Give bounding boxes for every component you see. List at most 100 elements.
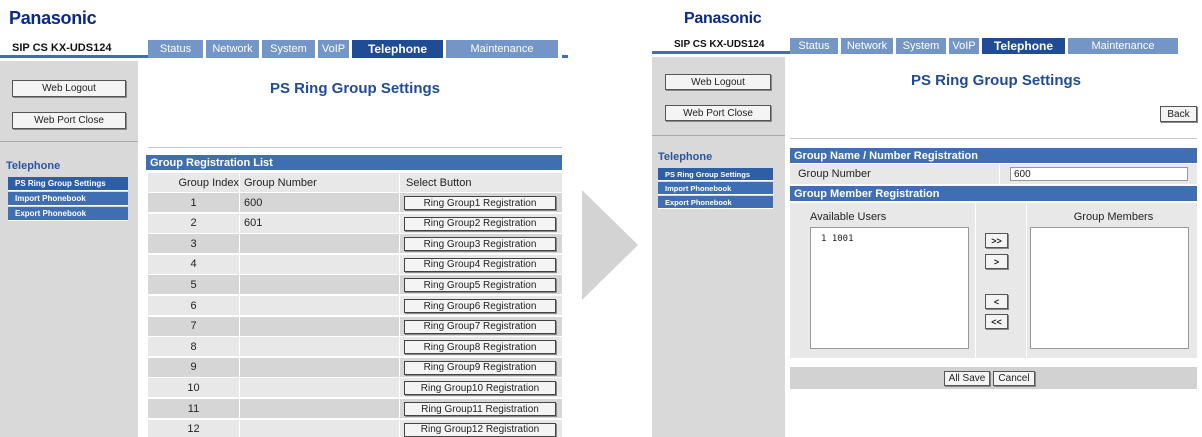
sidebar-divider bbox=[652, 135, 785, 136]
group-number-cell bbox=[240, 296, 400, 315]
sidebar-divider bbox=[0, 141, 138, 142]
sidebar-item-export-phonebook[interactable]: Export Phonebook bbox=[658, 196, 773, 209]
ring-group-registration-button[interactable]: Ring Group5 Registration bbox=[404, 278, 556, 293]
table-row: 10 Ring Group10 Registration bbox=[148, 378, 562, 399]
group-number-cell bbox=[240, 275, 400, 295]
right-screen: Panasonic SIP CS KX-UDS124 Status Networ… bbox=[652, 0, 1202, 437]
group-index-cell: 2 bbox=[148, 213, 240, 233]
sidebar: Web Logout Web Port Close Telephone PS R… bbox=[0, 61, 138, 437]
table-row: 2 601 Ring Group2 Registration bbox=[148, 213, 562, 234]
group-number-input[interactable]: 600 bbox=[1010, 167, 1188, 181]
group-index-cell: 3 bbox=[148, 234, 240, 254]
ring-group-registration-button[interactable]: Ring Group4 Registration bbox=[404, 257, 556, 272]
tab-system[interactable]: System bbox=[262, 40, 318, 58]
ring-group-registration-button[interactable]: Ring Group9 Registration bbox=[404, 360, 556, 375]
ring-group-registration-button[interactable]: Ring Group2 Registration bbox=[404, 216, 556, 231]
web-logout-button[interactable]: Web Logout bbox=[665, 74, 771, 90]
list-item[interactable]: 1 1001 bbox=[821, 234, 968, 244]
ring-group-registration-button[interactable]: Ring Group11 Registration bbox=[404, 402, 556, 416]
ring-group-registration-button[interactable]: Ring Group10 Registration bbox=[404, 381, 556, 396]
group-number-cell bbox=[240, 234, 400, 254]
column-divider bbox=[975, 203, 976, 358]
group-number-cell bbox=[240, 399, 400, 418]
group-number-cell bbox=[240, 357, 400, 377]
group-number-label: Group Number bbox=[790, 164, 1000, 184]
tab-maintenance[interactable]: Maintenance bbox=[446, 40, 558, 58]
cancel-button[interactable]: Cancel bbox=[993, 371, 1035, 386]
back-button[interactable]: Back bbox=[1160, 106, 1197, 122]
web-port-close-button[interactable]: Web Port Close bbox=[665, 105, 771, 121]
move-all-right-button[interactable]: >> bbox=[985, 233, 1008, 248]
column-header: Group Number bbox=[240, 173, 400, 192]
tab-voip[interactable]: VoIP bbox=[949, 38, 982, 54]
tab-maintenance[interactable]: Maintenance bbox=[1068, 38, 1178, 54]
ring-group-registration-button[interactable]: Ring Group1 Registration bbox=[404, 196, 556, 210]
web-port-close-button[interactable]: Web Port Close bbox=[12, 112, 126, 129]
group-number-cell: 601 bbox=[240, 213, 400, 233]
group-index-cell: 4 bbox=[148, 254, 240, 274]
top-nav: SIP CS KX-UDS124 Status Network System V… bbox=[652, 38, 1202, 54]
table-row: 5 Ring Group5 Registration bbox=[148, 275, 562, 296]
move-right-button[interactable]: > bbox=[985, 254, 1008, 269]
all-save-button[interactable]: All Save bbox=[944, 371, 990, 386]
group-members-label: Group Members bbox=[1073, 211, 1154, 223]
group-member-section-header: Group Member Registration bbox=[790, 186, 1197, 201]
sidebar: Web Logout Web Port Close Telephone PS R… bbox=[652, 57, 785, 437]
member-registration-area: Available Users Group Members 1 1001 >> … bbox=[790, 203, 1197, 358]
ring-group-registration-button[interactable]: Ring Group8 Registration bbox=[404, 340, 556, 355]
table-row: 12 Ring Group12 Registration bbox=[148, 419, 562, 437]
page-title: PS Ring Group Settings bbox=[910, 72, 1081, 89]
tab-status[interactable]: Status bbox=[148, 40, 206, 58]
group-number-cell bbox=[240, 419, 400, 437]
tab-status[interactable]: Status bbox=[790, 38, 841, 54]
sidebar-item-ps-ring-group[interactable]: PS Ring Group Settings bbox=[658, 168, 773, 181]
ring-group-registration-button[interactable]: Ring Group7 Registration bbox=[404, 319, 556, 334]
title-divider bbox=[148, 147, 562, 148]
table-header-row: Group Index Group Number Select Button bbox=[148, 173, 562, 193]
group-number-cell bbox=[240, 337, 400, 357]
web-logout-button[interactable]: Web Logout bbox=[12, 80, 126, 97]
action-bar: All Save Cancel bbox=[790, 367, 1197, 389]
group-index-cell: 6 bbox=[148, 296, 240, 315]
ring-group-registration-button[interactable]: Ring Group12 Registration bbox=[404, 422, 556, 437]
brand-logo: Panasonic bbox=[684, 10, 762, 27]
group-index-cell: 5 bbox=[148, 275, 240, 295]
available-users-list[interactable]: 1 1001 bbox=[810, 227, 969, 349]
tab-system[interactable]: System bbox=[896, 38, 949, 54]
model-name: SIP CS KX-UDS124 bbox=[12, 42, 112, 54]
column-divider bbox=[1026, 203, 1027, 358]
left-screen: Panasonic SIP CS KX-UDS124 Status Networ… bbox=[0, 0, 568, 437]
tab-telephone[interactable]: Telephone bbox=[352, 40, 446, 58]
column-header: Select Button bbox=[406, 176, 472, 189]
table-row: 4 Ring Group4 Registration bbox=[148, 254, 562, 275]
group-index-cell: 8 bbox=[148, 337, 240, 357]
tab-network[interactable]: Network bbox=[206, 40, 262, 58]
tab-telephone[interactable]: Telephone bbox=[982, 38, 1068, 54]
ring-group-registration-button[interactable]: Ring Group6 Registration bbox=[404, 299, 556, 313]
sidebar-item-export-phonebook[interactable]: Export Phonebook bbox=[8, 207, 128, 221]
group-index-cell: 10 bbox=[148, 378, 240, 398]
sidebar-item-import-phonebook[interactable]: Import Phonebook bbox=[658, 182, 773, 195]
group-registration-header: Group Registration List bbox=[146, 155, 562, 170]
tab-bar: Status Network System VoIP Telephone Mai… bbox=[790, 38, 1202, 54]
title-divider bbox=[790, 138, 1197, 139]
table-row: 11 Ring Group11 Registration bbox=[148, 399, 562, 419]
sidebar-item-import-phonebook[interactable]: Import Phonebook bbox=[8, 192, 128, 206]
brand-logo: Panasonic bbox=[9, 8, 97, 28]
move-left-button[interactable]: < bbox=[985, 294, 1008, 309]
sidebar-section-title: Telephone bbox=[6, 160, 61, 172]
tab-network[interactable]: Network bbox=[841, 38, 896, 54]
ring-group-registration-button[interactable]: Ring Group3 Registration bbox=[404, 237, 556, 252]
sidebar-item-ps-ring-group[interactable]: PS Ring Group Settings bbox=[8, 177, 128, 191]
group-name-section-header: Group Name / Number Registration bbox=[790, 148, 1197, 163]
move-all-left-button[interactable]: << bbox=[985, 314, 1008, 329]
page-title: PS Ring Group Settings bbox=[269, 80, 440, 97]
group-number-cell bbox=[240, 316, 400, 336]
table-row: 1 600 Ring Group1 Registration bbox=[148, 193, 562, 213]
group-number-row: Group Number 600 bbox=[790, 164, 1197, 184]
group-members-list[interactable] bbox=[1030, 227, 1189, 349]
group-index-cell: 1 bbox=[148, 193, 240, 212]
tab-voip[interactable]: VoIP bbox=[318, 40, 352, 58]
table-row: 8 Ring Group8 Registration bbox=[148, 337, 562, 358]
table-row: 9 Ring Group9 Registration bbox=[148, 357, 562, 378]
